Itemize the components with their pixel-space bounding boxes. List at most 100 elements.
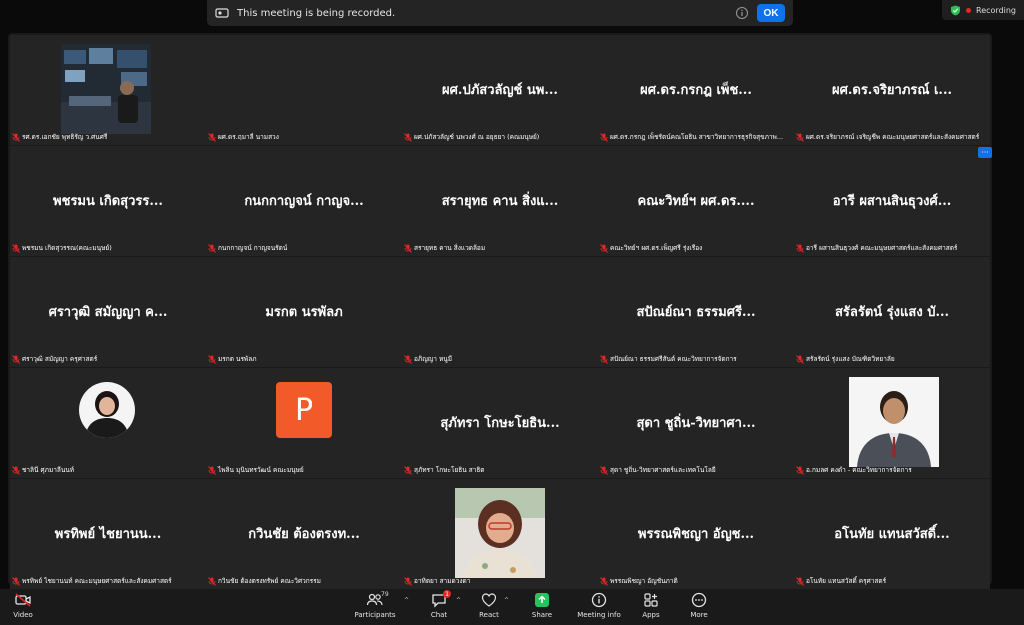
participant-tile[interactable]: อภิญญา หนูมี (402, 257, 598, 367)
participants-count: 79 (381, 591, 389, 598)
participant-name-label: ชาลินี ศุภมาลีนนท์ (12, 464, 74, 476)
mic-muted-icon (404, 465, 412, 475)
participant-video (849, 377, 939, 467)
participant-name-text: สรายุทธ คาน สิ่งแวดล้อม (414, 244, 486, 252)
participants-chevron-up-icon[interactable]: ^ (404, 597, 409, 604)
participants-label: Participants (354, 611, 396, 619)
participant-name-label: มรกต นรพัลภ (208, 353, 257, 365)
mic-muted-icon (12, 465, 20, 475)
participant-display-name: กนกกาญจน์ กาญจ... (244, 194, 364, 209)
participant-name-label: อโนทัย แทนสวัสดิ์ ครุศาสตร์ (796, 575, 886, 587)
participant-display-name: สรัลรัตน์ รุ่งแสง บั... (834, 305, 950, 320)
participant-tile[interactable]: สรายุทธ คาน สิ่งแ... สรายุทธ คาน สิ่งแวดล… (402, 146, 598, 256)
ok-button[interactable]: OK (757, 4, 785, 22)
participant-tile[interactable]: สุดา ชูถิ่น-วิทยาศา... สุดา ชูถิ่น-วิทยาศ… (598, 368, 794, 478)
participant-display-name: สรายุทธ คาน สิ่งแ... (441, 194, 559, 209)
participant-tile[interactable]: ผศ.ปภัสวลัญช์ นพ... ผศ.ปภัสวลัญช์ นพวงศ์ … (402, 35, 598, 145)
participant-tile[interactable]: กนกกาญจน์ กาญจ... กนกกาญจน์ กาญจนรัตน์ (206, 146, 402, 256)
participant-tile[interactable]: สุภัทรา โกษะโยธิน... สุภัทรา โกษะโยธิน สา… (402, 368, 598, 478)
participant-name-label: พรรณพิชญา อัญชันภาติ (600, 575, 678, 587)
participant-tile[interactable]: คณะวิทย์ฯ ผศ.ดร.... คณะวิทย์ฯ ผศ.ดร.เพ็ญศ… (598, 146, 794, 256)
participant-display-name: สุดา ชูถิ่น-วิทยาศา... (636, 416, 756, 431)
participant-name-label: ผศ.ดร.กรกฎ เพ็ชรัตน์คณโยธิน สาขาวิทยาการ… (600, 131, 783, 143)
mic-muted-icon (208, 465, 216, 475)
security-shield-icon[interactable] (950, 5, 961, 16)
participant-display-name: อโนทัย แทนสวัสดิ์... (834, 527, 950, 542)
participant-tile[interactable]: พรรณพิชญา อัญช... พรรณพิชญา อัญชันภาติ (598, 479, 794, 589)
meeting-info-button[interactable]: Meeting info (574, 591, 624, 619)
mic-muted-icon (796, 576, 804, 586)
participant-tile[interactable]: อารี ผสานสินธุวงศ์... อารี ผสานสินธุวงศ์ … (794, 146, 990, 256)
participant-name-label: พชรมน เกิดสุวรรณ(คณะมนุษย์) (12, 242, 112, 254)
participant-avatar: P (276, 382, 332, 438)
info-icon[interactable] (735, 6, 749, 20)
mic-muted-icon (208, 243, 216, 253)
participant-tile[interactable]: ผศ.ดร.กรกฎ เพ็ช... ผศ.ดร.กรกฎ เพ็ชรัตน์คณ… (598, 35, 794, 145)
participant-tile[interactable]: สปัณย์ณา ธรรมศรี... สปัณย์ณา ธรรมศรีสันต์… (598, 257, 794, 367)
mic-muted-icon (600, 243, 608, 253)
participant-tile[interactable]: พชรมน เกิดสุวรร... พชรมน เกิดสุวรรณ(คณะมน… (10, 146, 206, 256)
react-chevron-up-icon[interactable]: ^ (504, 597, 509, 604)
more-button[interactable]: More (674, 591, 724, 619)
participant-name-text: ผศ.ดร.จริยาภรณ์ เจริญชีพ คณะมนุษยศาสตร์แ… (806, 133, 980, 141)
participant-name-label: ผศ.ดร.ฤมาลี นามสวง (208, 131, 279, 143)
gallery-more-options-button[interactable]: ··· (978, 147, 992, 158)
mic-muted-icon (796, 354, 804, 364)
participant-tile[interactable]: อาทิตยา สามดวงดา (402, 479, 598, 589)
participant-tile[interactable]: รศ.ดร.เอกชัย พุทธิรัญ ว.ศนศรี (10, 35, 206, 145)
video-off-icon (14, 591, 32, 609)
participant-name-label: ผศ.ดร.จริยาภรณ์ เจริญชีพ คณะมนุษยศาสตร์แ… (796, 131, 979, 143)
meeting-toolbar: Video 79 Participants ^ 1 Chat ^ React ^ (0, 589, 1024, 625)
chat-button[interactable]: 1 Chat (414, 590, 464, 619)
mic-muted-icon (404, 576, 412, 586)
participant-name-text: กวินชัย ต้องตรงทรัพย์ คณะวิศวกรรม (218, 577, 321, 585)
mic-muted-icon (12, 576, 20, 586)
recording-status-label[interactable]: Recording (976, 6, 1016, 15)
chat-chevron-up-icon[interactable]: ^ (456, 597, 461, 604)
apps-button[interactable]: Apps (626, 591, 676, 619)
top-status-bar: Recording (942, 0, 1024, 20)
participant-name-text: สปัณย์ณา ธรรมศรีสันต์ คณะวิทยาการจัดการ (610, 355, 737, 363)
react-button[interactable]: React (464, 591, 514, 619)
participant-tile[interactable]: สรัลรัตน์ รุ่งแสง บั... สรัลรัตน์ รุ่งแสง… (794, 257, 990, 367)
participant-display-name: สุภัทรา โกษะโยธิน... (440, 416, 560, 431)
recording-dot-icon (966, 7, 971, 13)
participant-name-label: ผศ.ปภัสวลัญช์ นพวงศ์ ณ อยุธยา (คณมนุษย์) (404, 131, 539, 143)
participant-name-label: อารี ผสานสินธุวงศ์ คณะมนุษยศาสตร์และสังค… (796, 242, 957, 254)
mic-muted-icon (796, 465, 804, 475)
participant-tile[interactable]: มรกต นรพัลภ มรกต นรพัลภ (206, 257, 402, 367)
mic-muted-icon (796, 243, 804, 253)
participant-tile[interactable]: พรทิพย์ ไชยานน... พรทิพย์ ไชยานนท์ คณะมนุ… (10, 479, 206, 589)
participant-name-text: อาทิตยา สามดวงดา (414, 577, 471, 585)
participant-name-text: กนกกาญจน์ กาญจนรัตน์ (218, 244, 288, 252)
meeting-info-label: Meeting info (577, 611, 621, 619)
participant-display-name: กวินชัย ต้องตรงท... (248, 527, 360, 542)
participant-tile[interactable]: กวินชัย ต้องตรงท... กวินชัย ต้องตรงทรัพย์… (206, 479, 402, 589)
chat-icon: 1 (430, 590, 451, 609)
participant-video (455, 488, 545, 578)
more-label: More (690, 611, 708, 619)
zoom-meeting-window: This meeting is being recorded. OK Recor… (0, 0, 1024, 625)
participants-icon: 79 (366, 591, 389, 609)
participant-tile[interactable]: อ.กมลศ คงดำ - คณะวิทยาการจัดการ (794, 368, 990, 478)
participant-name-text: สุภัทรา โกษะโยธิน สาธิต (414, 466, 485, 474)
share-button[interactable]: Share (517, 591, 567, 619)
participants-button[interactable]: 79 Participants (350, 591, 400, 619)
video-label: Video (13, 611, 33, 619)
participant-display-name: ศราวุฒิ สมัญญา ค... (48, 305, 168, 320)
participant-display-name: ผศ.ดร.จริยาภรณ์ เ... (831, 83, 953, 98)
participant-name-label: สปัณย์ณา ธรรมศรีสันต์ คณะวิทยาการจัดการ (600, 353, 737, 365)
video-button[interactable]: Video (0, 591, 48, 619)
participant-tile[interactable]: ศราวุฒิ สมัญญา ค... ศราวุฒิ สมัญญา ครุศาส… (10, 257, 206, 367)
participant-tile[interactable]: P ไพลิน มุนินทรวัฒน์ คณะมนุษย์ (206, 368, 402, 478)
participant-tile[interactable]: ชาลินี ศุภมาลีนนท์ (10, 368, 206, 478)
participant-name-text: ชาลินี ศุภมาลีนนท์ (22, 466, 75, 474)
participant-tile[interactable]: อโนทัย แทนสวัสดิ์... อโนทัย แทนสวัสดิ์ คร… (794, 479, 990, 589)
participant-tile[interactable]: ผศ.ดร.ฤมาลี นามสวง (206, 35, 402, 145)
react-label: React (479, 611, 499, 619)
participant-tile[interactable]: ผศ.ดร.จริยาภรณ์ เ... ผศ.ดร.จริยาภรณ์ เจริ… (794, 35, 990, 145)
heart-icon (480, 591, 498, 609)
recording-banner: This meeting is being recorded. OK (207, 0, 793, 26)
participant-display-name: อารี ผสานสินธุวงศ์... (832, 194, 952, 209)
participant-name-text: ศราวุฒิ สมัญญา ครุศาสตร์ (22, 355, 98, 363)
